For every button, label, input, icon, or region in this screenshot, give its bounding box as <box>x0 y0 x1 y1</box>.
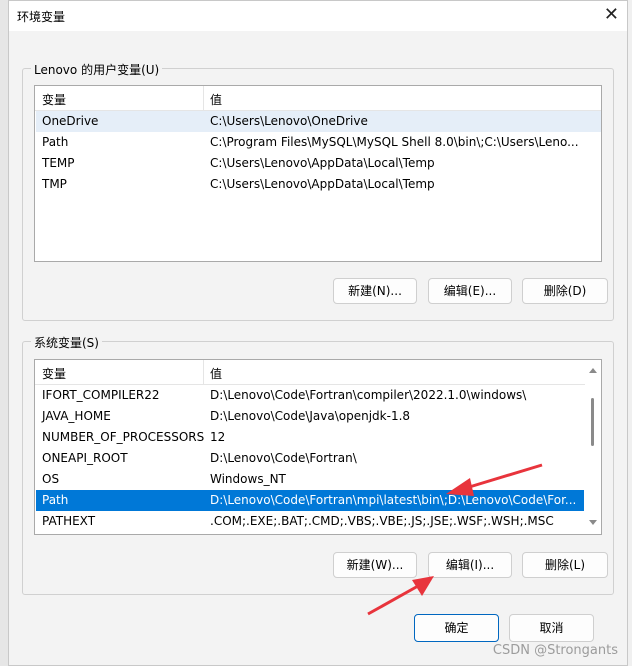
system-var-name: Path <box>42 493 69 507</box>
system-delete-button[interactable]: 删除(L) <box>522 552 608 578</box>
system-new-button[interactable]: 新建(W)... <box>333 552 417 578</box>
system-var-value: Windows_NT <box>210 472 286 486</box>
system-edit-button[interactable]: 编辑(I)... <box>428 552 512 578</box>
system-var-value: D:\Lenovo\Code\Fortran\compiler\2022.1.0… <box>210 388 527 402</box>
system-list-scrollbar[interactable] <box>585 360 601 534</box>
user-col-value-header[interactable]: 值 <box>210 91 222 108</box>
dialog-title: 环境变量 <box>17 10 66 24</box>
scroll-thumb[interactable] <box>591 398 594 446</box>
user-var-name: TMP <box>42 177 67 191</box>
system-var-name: ONEAPI_ROOT <box>42 451 128 465</box>
scroll-down-icon[interactable] <box>589 520 597 525</box>
user-var-name: OneDrive <box>42 114 99 128</box>
user-row[interactable]: TEMP C:\Users\Lenovo\AppData\Local\Temp <box>36 153 601 174</box>
close-icon[interactable]: ✕ <box>604 5 619 25</box>
system-variables-list[interactable]: 变量 值 IFORT_COMPILER22 D:\Lenovo\Code\Fort… <box>34 359 602 535</box>
system-var-value: D:\Lenovo\Code\Java\openjdk-1.8 <box>210 409 411 423</box>
user-col-divider[interactable] <box>203 86 204 110</box>
system-row[interactable]: OS Windows_NT <box>36 469 584 490</box>
user-delete-button[interactable]: 删除(D) <box>522 278 608 304</box>
system-col-value-header[interactable]: 值 <box>210 365 222 382</box>
system-row[interactable]: JAVA_HOME D:\Lenovo\Code\Java\openjdk-1.8 <box>36 406 584 427</box>
system-row[interactable]: PATHEXT .COM;.EXE;.BAT;.CMD;.VBS;.VBE;.JS… <box>36 511 584 532</box>
user-var-name: Path <box>42 135 69 149</box>
user-var-value: C:\Users\Lenovo\AppData\Local\Temp <box>210 156 435 170</box>
system-variables-group: 系统变量(S) 变量 值 IFORT_COMPILER22 D:\Lenovo\C… <box>22 334 614 595</box>
user-row[interactable]: Path C:\Program Files\MySQL\MySQL Shell 8… <box>36 132 601 153</box>
user-edit-button[interactable]: 编辑(E)... <box>428 278 512 304</box>
system-var-name: NUMBER_OF_PROCESSORS <box>42 430 205 444</box>
watermark: CSDN @Strongants <box>492 643 618 658</box>
user-variables-group: Lenovo 的用户变量(U) 变量 值 OneDrive C:\Users\Le… <box>22 61 614 321</box>
system-var-name: IFORT_COMPILER22 <box>42 388 160 402</box>
user-row[interactable]: OneDrive C:\Users\Lenovo\OneDrive <box>36 111 601 132</box>
user-variables-list[interactable]: 变量 值 OneDrive C:\Users\Lenovo\OneDrive Pat… <box>34 85 602 262</box>
system-col-divider[interactable] <box>203 360 204 384</box>
system-var-name: OS <box>42 472 60 486</box>
title-bar: 环境变量 ✕ <box>9 1 627 31</box>
ok-button[interactable]: 确定 <box>414 614 499 642</box>
system-row[interactable]: IFORT_COMPILER22 D:\Lenovo\Code\Fortran\c… <box>36 385 584 406</box>
user-variables-legend: Lenovo 的用户变量(U) <box>31 61 163 78</box>
user-var-name: TEMP <box>42 156 75 170</box>
system-list-header: 变量 值 <box>35 360 601 385</box>
background-window <box>0 0 8 666</box>
system-row[interactable]: Path D:\Lenovo\Code\Fortran\mpi\latest\bi… <box>36 490 584 511</box>
scroll-up-icon[interactable] <box>589 368 597 373</box>
user-var-value: C:\Users\Lenovo\OneDrive <box>210 114 368 128</box>
system-var-value: D:\Lenovo\Code\Fortran\mpi\latest\bin\;D… <box>210 493 577 507</box>
system-var-value: D:\Lenovo\Code\Fortran\ <box>210 451 357 465</box>
cancel-button[interactable]: 取消 <box>509 614 594 642</box>
system-var-name: PATHEXT <box>42 514 96 528</box>
system-row[interactable]: ONEAPI_ROOT D:\Lenovo\Code\Fortran\ <box>36 448 584 469</box>
system-var-name: JAVA_HOME <box>42 409 111 423</box>
system-variables-legend: 系统变量(S) <box>31 334 102 351</box>
user-var-value: C:\Program Files\MySQL\MySQL Shell 8.0\b… <box>210 135 579 149</box>
system-col-name-header[interactable]: 变量 <box>42 365 66 382</box>
user-list-header: 变量 值 <box>35 86 601 111</box>
system-row[interactable]: NUMBER_OF_PROCESSORS 12 <box>36 427 584 448</box>
user-col-name-header[interactable]: 变量 <box>42 91 66 108</box>
system-var-value: 12 <box>210 430 226 444</box>
system-var-value: .COM;.EXE;.BAT;.CMD;.VBS;.VBE;.JS;.JSE;.… <box>210 514 554 528</box>
user-var-value: C:\Users\Lenovo\AppData\Local\Temp <box>210 177 435 191</box>
user-new-button[interactable]: 新建(N)... <box>333 278 417 304</box>
environment-variables-dialog: 环境变量 ✕ Lenovo 的用户变量(U) 变量 值 OneDrive C:\U… <box>8 0 628 666</box>
user-row[interactable]: TMP C:\Users\Lenovo\AppData\Local\Temp <box>36 174 601 195</box>
